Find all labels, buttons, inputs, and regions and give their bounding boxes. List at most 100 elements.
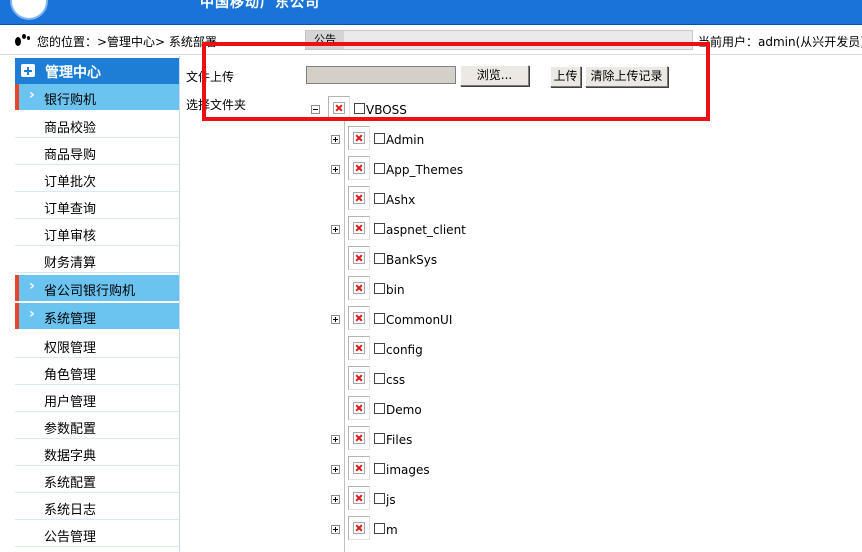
folder-checkbox[interactable] bbox=[374, 223, 385, 234]
sidebar-item-label: 公告管理 bbox=[44, 530, 97, 545]
expand-icon[interactable] bbox=[331, 165, 340, 174]
browse-button[interactable]: 浏览... bbox=[460, 65, 529, 86]
broken-image-icon bbox=[348, 276, 370, 300]
sidebar-item-label: 参数配置 bbox=[44, 422, 97, 437]
sidebar-item-label: 订单批次 bbox=[44, 175, 97, 190]
tree-node-label[interactable]: js bbox=[386, 493, 396, 507]
folder-checkbox[interactable] bbox=[374, 193, 385, 204]
tree-node-label[interactable]: css bbox=[386, 373, 405, 387]
expand-icon[interactable] bbox=[331, 435, 340, 444]
tree-node-label[interactable]: config bbox=[386, 343, 423, 357]
broken-image-icon bbox=[348, 456, 370, 480]
sidebar-item-users[interactable]: 用户管理 bbox=[15, 386, 179, 412]
sidebar-item-product-guide[interactable]: 商品导购 bbox=[15, 139, 179, 165]
sidebar-item-parameters[interactable]: 参数配置 bbox=[15, 413, 179, 439]
tree-node-label[interactable]: App_Themes bbox=[386, 163, 463, 177]
sidebar-item-permissions[interactable]: 权限管理 bbox=[15, 332, 179, 358]
breadcrumb: 您的位置：>管理中心> 系统部署 bbox=[37, 35, 217, 49]
sidebar-item-roles[interactable]: 角色管理 bbox=[15, 359, 179, 385]
notice-tab[interactable]: 公告 bbox=[306, 31, 344, 49]
tree-node-label[interactable]: aspnet_client bbox=[386, 223, 466, 237]
sidebar-group-bank-purchase[interactable]: › 银行购机 bbox=[15, 84, 179, 110]
footprint-icon bbox=[15, 34, 31, 47]
tree-node-label[interactable]: bin bbox=[386, 283, 405, 297]
folder-checkbox[interactable] bbox=[374, 493, 385, 504]
folder-checkbox[interactable] bbox=[374, 283, 385, 294]
sidebar-item-order-batch[interactable]: 订单批次 bbox=[15, 166, 179, 192]
tree-node-label[interactable]: Files bbox=[386, 433, 412, 447]
breadcrumb-bar: 您的位置：>管理中心> 系统部署 公告 当前用户：admin(从兴开发员) bbox=[0, 26, 862, 55]
broken-image-icon bbox=[348, 186, 370, 210]
sidebar-item-label: 商品校验 bbox=[44, 121, 97, 136]
sidebar-item-label: 系统日志 bbox=[44, 503, 97, 518]
expand-icon[interactable] bbox=[331, 315, 340, 324]
expand-icon[interactable] bbox=[331, 225, 340, 234]
tree-node-label[interactable]: images bbox=[386, 463, 430, 477]
sidebar-item-order-review[interactable]: 订单审核 bbox=[15, 220, 179, 246]
expand-icon[interactable] bbox=[331, 495, 340, 504]
broken-image-icon bbox=[348, 306, 370, 330]
expand-icon[interactable] bbox=[331, 465, 340, 474]
sidebar-item-system-log[interactable]: 系统日志 bbox=[15, 494, 179, 520]
sidebar-item-label: 用户管理 bbox=[44, 395, 97, 410]
broken-image-icon bbox=[348, 126, 370, 150]
sidebar-header[interactable]: 管理中心 bbox=[15, 58, 179, 84]
broken-image-icon bbox=[348, 426, 370, 450]
sidebar-item-label: 财务清算 bbox=[44, 256, 97, 271]
sidebar-item-announcements[interactable]: 公告管理 bbox=[15, 521, 179, 547]
clear-upload-history-button[interactable]: 清除上传记录 bbox=[585, 66, 668, 87]
sidebar-group-label: 银行购机 bbox=[44, 93, 97, 108]
sidebar-group-label: 系统管理 bbox=[44, 312, 97, 327]
sidebar: 管理中心 › 银行购机 商品校验 商品导购 订单批次 订单查询 订单审核 财务清… bbox=[15, 56, 180, 552]
folder-checkbox[interactable] bbox=[374, 403, 385, 414]
tree-node-label[interactable]: BankSys bbox=[386, 253, 437, 267]
tree-node-label[interactable]: Demo bbox=[386, 403, 422, 417]
folder-checkbox[interactable] bbox=[374, 253, 385, 264]
sidebar-item-dictionary[interactable]: 数据字典 bbox=[15, 440, 179, 466]
tree-guide-line bbox=[344, 120, 345, 552]
broken-image-icon bbox=[348, 336, 370, 360]
folder-checkbox[interactable] bbox=[354, 103, 365, 114]
folder-checkbox[interactable] bbox=[374, 463, 385, 474]
sidebar-item-order-query[interactable]: 订单查询 bbox=[15, 193, 179, 219]
tree-node-label[interactable]: Admin bbox=[386, 133, 424, 147]
broken-image-icon bbox=[348, 246, 370, 270]
sidebar-item-label: 订单审核 bbox=[44, 229, 97, 244]
expand-icon[interactable] bbox=[331, 135, 340, 144]
broken-image-icon bbox=[348, 516, 370, 540]
sidebar-item-product-check[interactable]: 商品校验 bbox=[15, 112, 179, 138]
broken-image-icon bbox=[348, 396, 370, 420]
collapse-icon[interactable] bbox=[311, 105, 320, 114]
chevron-right-icon: › bbox=[29, 278, 35, 294]
select-folder-label: 选择文件夹 bbox=[186, 98, 247, 112]
current-user: 当前用户：admin(从兴开发员) bbox=[698, 35, 862, 49]
sidebar-group-province-bank-purchase[interactable]: › 省公司银行购机 bbox=[15, 275, 179, 301]
sidebar-group-label: 省公司银行购机 bbox=[44, 284, 136, 299]
folder-checkbox[interactable] bbox=[374, 343, 385, 354]
sidebar-item-label: 权限管理 bbox=[44, 341, 97, 356]
folder-checkbox[interactable] bbox=[374, 313, 385, 324]
folder-checkbox[interactable] bbox=[374, 433, 385, 444]
tree-node-label[interactable]: Ashx bbox=[386, 193, 415, 207]
sidebar-item-label: 角色管理 bbox=[44, 368, 97, 383]
tree-node-label[interactable]: m bbox=[386, 523, 398, 537]
sidebar-item-label: 订单查询 bbox=[44, 202, 97, 217]
sidebar-group-system-management[interactable]: › 系统管理 bbox=[15, 303, 179, 329]
broken-image-icon bbox=[348, 486, 370, 510]
folder-checkbox[interactable] bbox=[374, 523, 385, 534]
broken-image-icon bbox=[328, 96, 350, 120]
sidebar-header-label: 管理中心 bbox=[45, 65, 101, 81]
sidebar-item-finance-clearing[interactable]: 财务清算 bbox=[15, 247, 179, 273]
tree-node-label[interactable]: CommonUI bbox=[386, 313, 452, 327]
file-path-input[interactable] bbox=[306, 66, 456, 84]
add-icon bbox=[21, 64, 35, 77]
expand-icon[interactable] bbox=[331, 525, 340, 534]
sidebar-item-system-config[interactable]: 系统配置 bbox=[15, 467, 179, 493]
folder-checkbox[interactable] bbox=[374, 163, 385, 174]
folder-checkbox[interactable] bbox=[374, 373, 385, 384]
upload-button[interactable]: 上传 bbox=[550, 66, 581, 87]
broken-image-icon bbox=[348, 366, 370, 390]
chevron-right-icon: › bbox=[29, 87, 35, 103]
tree-node-label[interactable]: VBOSS bbox=[366, 103, 407, 117]
folder-checkbox[interactable] bbox=[374, 133, 385, 144]
